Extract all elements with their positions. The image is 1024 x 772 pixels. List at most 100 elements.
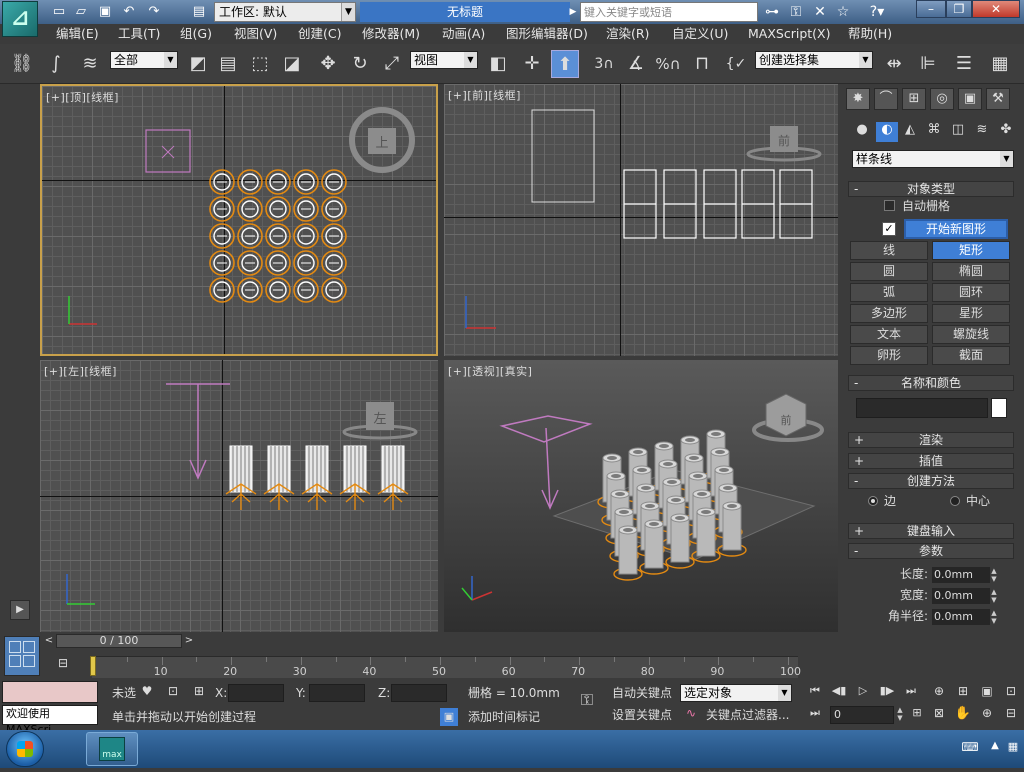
track-bar[interactable]: 10 20 30 40 50 60 70 80 90 100 [92,656,801,678]
close-button[interactable]: ✕ [972,0,1020,18]
select-by-name-icon[interactable]: ▤ [214,50,242,78]
key-mode-toggle-icon[interactable]: ⏭ [806,706,824,720]
key-mode-select[interactable]: 选定对象 ▼ [680,684,792,702]
orbit-icon[interactable]: ⊕ [978,706,996,720]
zoom-all-icon[interactable]: ⊞ [954,684,972,698]
menu-rendering[interactable]: 渲染(R) [606,24,649,44]
goto-end-icon[interactable]: ⏭ [902,684,920,698]
viewcube-left-label[interactable]: 左 [370,408,390,427]
percent-snap-icon[interactable]: %∩ [654,50,682,78]
create-helix-button[interactable]: 螺旋线 [932,325,1010,344]
scale-icon[interactable]: ⤢ [378,50,406,78]
menu-create[interactable]: 创建(C) [298,24,341,44]
width-spinner-icon[interactable]: ▲ ▼ [988,588,1000,604]
prev-key-icon[interactable]: ◀▮ [830,684,848,697]
create-rectangle-button[interactable]: 矩形 [932,241,1010,260]
menu-views[interactable]: 视图(V) [234,24,277,44]
viewport-left[interactable]: [+][左][线框] 左 [40,360,438,632]
next-key-icon[interactable]: ▮▶ [878,684,896,697]
window-crossing-icon[interactable]: ◪ [278,50,306,78]
tab-motion-icon[interactable]: ◎ [930,88,954,110]
rotate-icon[interactable]: ↻ [346,50,374,78]
add-time-tag[interactable]: 添加时间标记 [468,708,540,726]
frame-spinner-icon[interactable]: ▲ ▼ [894,706,906,722]
search-input[interactable]: 键入关键字或短语 [580,2,758,22]
time-marker[interactable] [90,656,96,676]
taskbar-3dsmax[interactable]: max [86,732,138,766]
tab-create-icon[interactable]: ✸ [846,88,870,110]
network-icon[interactable]: ▦ [1006,740,1020,753]
minimize-button[interactable]: – [916,0,946,18]
method-edge-radio[interactable] [868,496,878,506]
restore-button[interactable]: ❐ [946,0,972,18]
maxscript-listener-pink[interactable] [2,681,98,703]
create-star-button[interactable]: 星形 [932,304,1010,323]
menu-graph-editors[interactable]: 图形编辑器(D) [506,24,588,44]
tab-display-icon[interactable]: ▣ [958,88,982,110]
menu-modifiers[interactable]: 修改器(M) [362,24,420,44]
viewcube-top-label[interactable]: 上 [372,132,392,151]
time-config-icon[interactable]: ⊞ [908,706,926,719]
render-setup-icon[interactable]: ▦ [986,50,1014,78]
next-frame-icon[interactable]: > [182,634,196,648]
rollout-interpolation[interactable]: + 插值 [848,453,1014,469]
redo-icon[interactable]: ↷ [145,3,163,21]
rollout-parameters[interactable]: - 参数 [848,543,1014,559]
spacewarps-icon[interactable]: ≋ [972,122,992,142]
rollout-creation-method[interactable]: - 创建方法 [848,473,1014,489]
snaps-toggle-icon[interactable]: 3∩ [590,50,618,78]
viewport-front[interactable]: [+][前][线框] 前 [444,84,838,356]
move-icon[interactable]: ✥ [314,50,342,78]
zoom-icon[interactable]: ⊕ [930,684,948,698]
rollout-rendering[interactable]: + 渲染 [848,432,1014,448]
tab-modify-icon[interactable]: ⌒ [874,88,898,110]
save-icon[interactable]: ▣ [96,3,114,21]
menu-edit[interactable]: 编辑(E) [56,24,99,44]
menu-group[interactable]: 组(G) [180,24,212,44]
goto-start-icon[interactable]: ⏮ [806,684,824,698]
edit-named-selection-icon[interactable]: {✓ [722,50,750,78]
create-line-button[interactable]: 线 [850,241,928,260]
maximize-viewport-icon[interactable]: ⊟ [1002,706,1020,720]
object-name-field[interactable] [856,398,988,418]
help-icon[interactable]: ?▾ [864,3,890,21]
create-egg-button[interactable]: 卵形 [850,346,928,365]
set-key-icon[interactable]: ⚿ [570,690,604,718]
link-icon[interactable]: ⛓ [8,50,36,78]
bind-spacewarp-icon[interactable]: ≋ [76,50,104,78]
menu-animation[interactable]: 动画(A) [442,24,485,44]
create-arc-button[interactable]: 弧 [850,283,928,302]
align-icon[interactable]: ⊫ [914,50,942,78]
mirror-icon[interactable]: ⇹ [880,50,908,78]
corner-radius-field[interactable]: 0.0mm [932,609,990,625]
maxscript-mini-listener[interactable]: 欢迎使用 MAXScri [2,705,98,736]
start-new-shape-button[interactable]: 开始新图形 [904,219,1008,239]
prev-frame-icon[interactable]: < [42,634,56,648]
cameras-icon[interactable]: ⌘ [924,122,944,142]
viewcube-persp-label[interactable]: 前 [776,412,796,428]
reference-coord-select[interactable]: 视图 ▼ [410,51,478,69]
set-key-button[interactable]: 设置关键点 [612,706,672,724]
selection-filter-select[interactable]: 全部 ▼ [110,51,178,69]
create-donut-button[interactable]: 圆环 [932,283,1010,302]
object-color-swatch[interactable] [991,398,1007,418]
menu-tools[interactable]: 工具(T) [118,24,160,44]
create-section-button[interactable]: 截面 [932,346,1010,365]
lights-icon[interactable]: ◭ [900,122,920,142]
region-zoom-icon[interactable]: ⊠ [930,706,948,720]
z-coord-field[interactable] [391,684,447,702]
menu-customize[interactable]: 自定义(U) [672,24,728,44]
isolate-icon[interactable]: ▣ [440,708,458,726]
keyboard-shortcut-override-icon[interactable]: ⬆ [551,50,579,78]
absolute-mode-icon[interactable]: ⊞ [190,684,208,698]
create-ellipse-button[interactable]: 椭圆 [932,262,1010,281]
binoculars-icon[interactable]: ⊶ [762,3,782,21]
play-icon[interactable]: ▷ [854,684,872,697]
pan-icon[interactable]: ✋ [954,706,972,721]
select-manipulate-icon[interactable]: ✛ [518,50,546,78]
new-file-icon[interactable]: ▭ [50,3,68,21]
star-icon[interactable]: ☆ [833,3,853,21]
curve-editor-icon[interactable]: ⊟ [52,656,74,676]
start-new-shape-checkbox[interactable]: ✓ [882,222,896,236]
key-icon[interactable]: ⚿ [786,3,806,21]
